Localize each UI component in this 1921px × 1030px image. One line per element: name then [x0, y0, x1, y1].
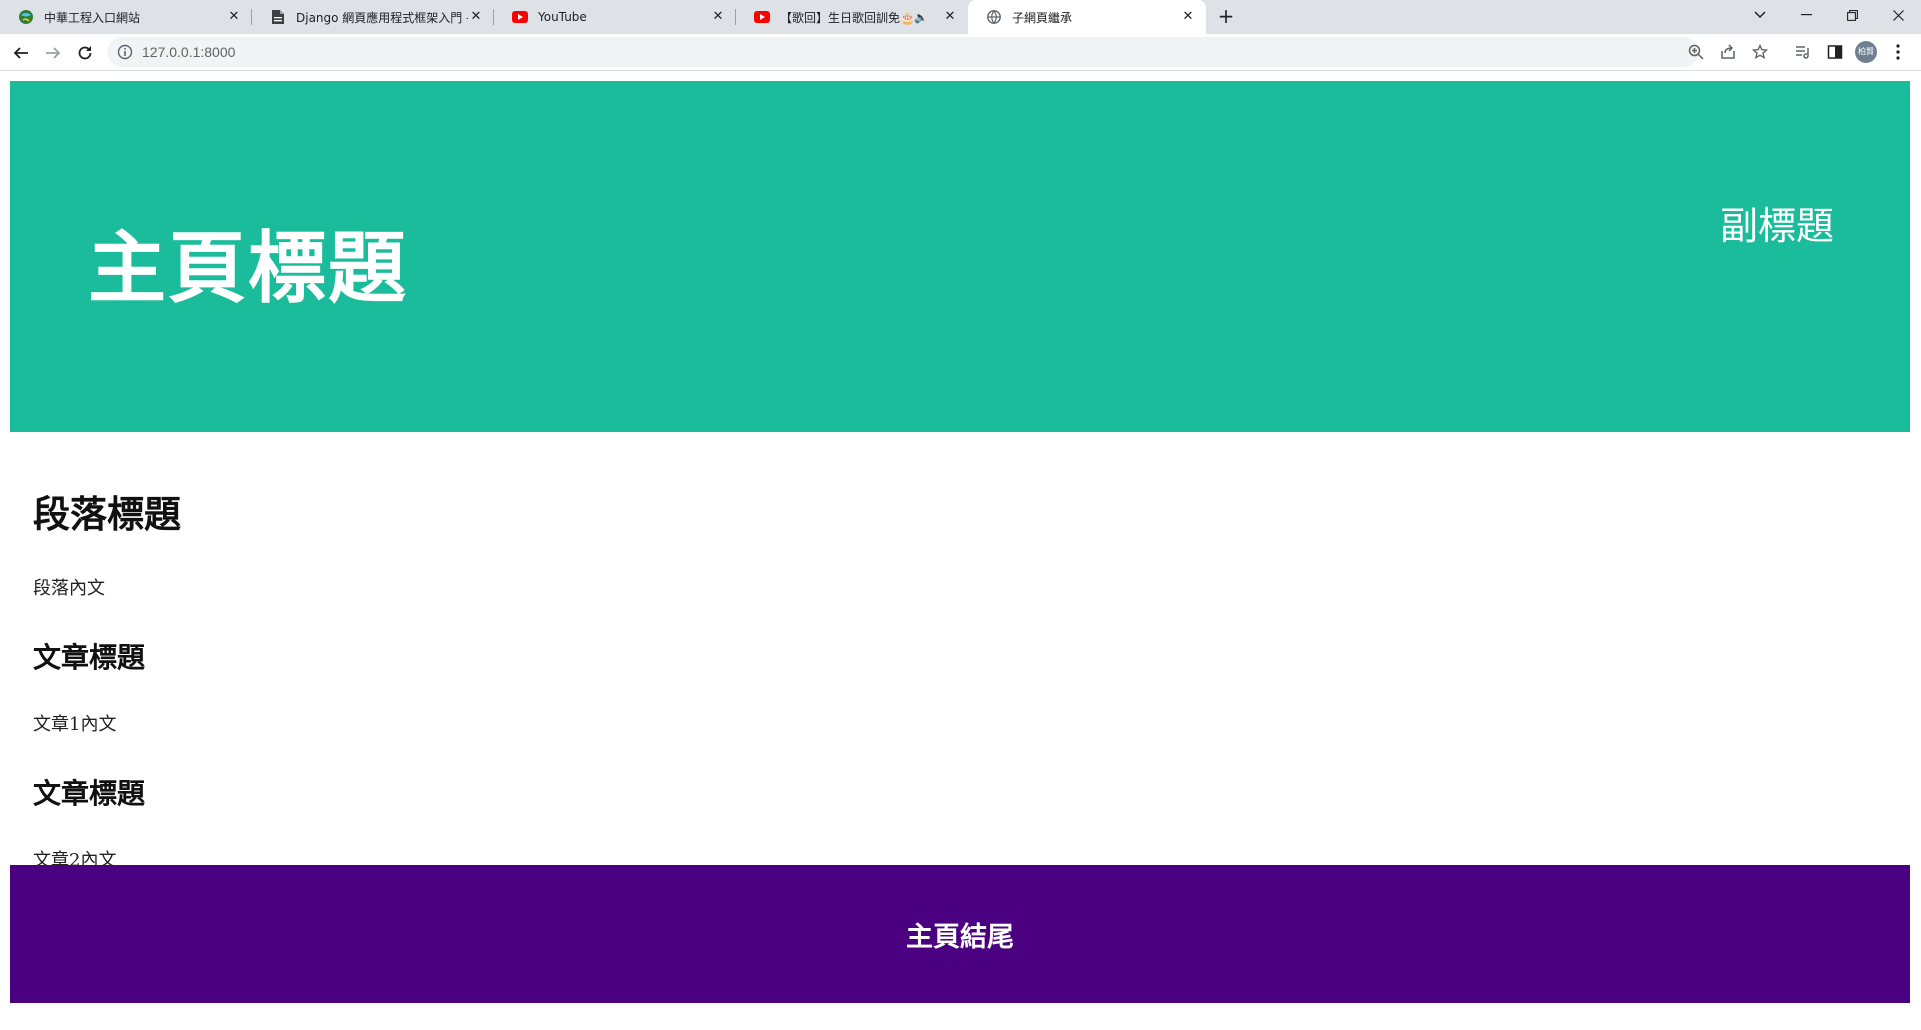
menu-kebab-icon[interactable]: [1888, 42, 1908, 62]
section-heading: 段落標題: [33, 493, 181, 536]
article-heading: 文章標題: [33, 777, 146, 810]
article-2: 文章標題 文章2內文: [33, 772, 1893, 872]
sub-title: 副標題: [1719, 204, 1834, 248]
tab-3[interactable]: 【歌回】生日歌回訓免🎂 | 🔈 ✕: [736, 0, 968, 34]
close-icon[interactable]: ✕: [942, 9, 958, 25]
bookmark-star-icon[interactable]: [1750, 42, 1770, 62]
main-title: 主頁標題: [88, 224, 409, 314]
tab-0[interactable]: 中華工程入口網站 ✕: [0, 0, 252, 34]
youtube-icon: [512, 9, 528, 25]
browser-toolbar: 127.0.0.1:8000: [0, 34, 1921, 71]
tab-4-active[interactable]: 子網頁繼承 ✕: [968, 0, 1206, 34]
main-content: 段落標題 段落內文 文章標題 文章1內文 文章標題 文章2內文: [33, 484, 1893, 908]
back-button[interactable]: [8, 40, 34, 66]
close-window-button[interactable]: [1875, 0, 1921, 30]
close-icon[interactable]: ✕: [1180, 9, 1196, 25]
tab-strip: 中華工程入口網站 ✕ Django 網頁應用程式框架入門 - ✕ YouTube…: [0, 0, 1921, 34]
paragraph-section: 段落標題 段落內文: [33, 484, 1893, 600]
globe-icon: [18, 9, 34, 25]
youtube-icon: [754, 9, 770, 25]
close-icon[interactable]: ✕: [468, 9, 484, 25]
tab-2[interactable]: YouTube ✕: [494, 0, 736, 34]
speaker-icon[interactable]: 🔈: [914, 11, 928, 24]
tab-title: 子網頁繼承: [1012, 10, 1073, 25]
side-panel-icon[interactable]: [1825, 42, 1845, 62]
footer-text: 主頁結尾: [906, 921, 1014, 953]
document-icon: [270, 9, 286, 25]
site-info-icon[interactable]: [117, 44, 133, 64]
article-1: 文章標題 文章1內文: [33, 636, 1893, 736]
page-header: 主頁標題 副標題: [10, 81, 1910, 432]
tab-title: Django 網頁應用程式框架入門 -: [296, 10, 468, 25]
tab-search-chevron-icon[interactable]: [1737, 0, 1783, 30]
minimize-button[interactable]: [1783, 0, 1829, 30]
reading-list-icon[interactable]: [1793, 42, 1813, 62]
close-icon[interactable]: ✕: [710, 9, 726, 25]
address-url[interactable]: 127.0.0.1:8000: [142, 37, 235, 67]
close-icon[interactable]: ✕: [226, 9, 242, 25]
globe-icon: [986, 9, 1002, 25]
page-viewport: 主頁標題 副標題 段落標題 段落內文 文章標題 文章1內文 文章標題 文章2內文…: [0, 72, 1921, 1030]
tab-1[interactable]: Django 網頁應用程式框架入門 - ✕: [252, 0, 494, 34]
page-footer: 主頁結尾: [10, 865, 1910, 1003]
forward-button[interactable]: [40, 40, 66, 66]
tab-title: YouTube: [538, 10, 587, 24]
address-bar[interactable]: 127.0.0.1:8000: [107, 37, 1768, 67]
section-text: 段落內文: [33, 578, 105, 599]
zoom-icon[interactable]: [1686, 42, 1706, 62]
restore-button[interactable]: [1829, 0, 1875, 30]
article-heading: 文章標題: [33, 641, 146, 674]
share-icon[interactable]: [1718, 42, 1738, 62]
article-text: 文章1內文: [33, 714, 117, 735]
tab-title: 【歌回】生日歌回訓免🎂 |: [780, 10, 915, 25]
new-tab-button[interactable]: +: [1214, 5, 1238, 29]
tab-title: 中華工程入口網站: [44, 10, 141, 25]
profile-avatar[interactable]: 柏賢: [1855, 41, 1877, 63]
reload-button[interactable]: [72, 40, 98, 66]
